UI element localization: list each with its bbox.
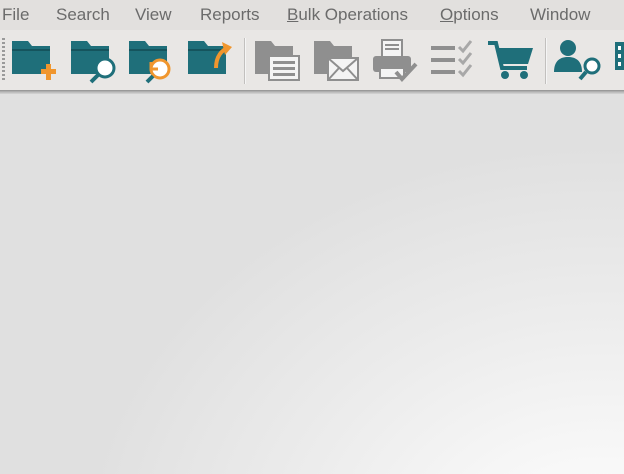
folder-mail-button[interactable]	[312, 36, 362, 84]
menu-window[interactable]: Window	[530, 0, 590, 30]
new-folder-button[interactable]	[10, 36, 60, 84]
toolbar-separator	[545, 38, 547, 84]
menu-view[interactable]: View	[135, 0, 172, 30]
new-folder-icon	[12, 41, 56, 80]
toolbar-separator	[244, 38, 246, 84]
more-icon	[615, 42, 624, 70]
search-folder-icon	[71, 41, 116, 84]
export-folder-icon	[188, 41, 232, 74]
menu-bulk-operations[interactable]: Bulk Operations	[287, 0, 408, 30]
shopping-cart-button[interactable]	[487, 36, 537, 84]
checklist-icon	[431, 40, 473, 78]
menu-reports[interactable]: Reports	[200, 0, 260, 30]
menu-options-accel: O	[440, 5, 454, 24]
mdi-workspace	[0, 94, 624, 474]
folder-mail-icon	[314, 41, 359, 81]
shopping-cart-icon	[488, 41, 533, 79]
menu-bulk-rest: ulk Operations	[298, 5, 408, 24]
printer-check-icon	[373, 39, 418, 82]
user-search-icon	[554, 40, 601, 81]
menu-bulk-accel: B	[287, 5, 299, 24]
user-search-button[interactable]	[553, 36, 603, 84]
toolbar-grip[interactable]	[2, 38, 5, 82]
folder-list-button[interactable]	[253, 36, 303, 84]
menu-bar: File Search View Reports Bulk Operations…	[0, 0, 624, 30]
reopen-folder-icon	[129, 41, 171, 84]
menu-file[interactable]: File	[2, 0, 29, 30]
search-folder-button[interactable]	[69, 36, 119, 84]
reopen-folder-button[interactable]	[127, 36, 177, 84]
more-button[interactable]	[612, 36, 624, 84]
print-button[interactable]	[370, 36, 420, 84]
export-folder-button[interactable]	[186, 36, 236, 84]
menu-options[interactable]: Options	[440, 0, 499, 30]
menu-search[interactable]: Search	[56, 0, 110, 30]
folder-list-icon	[255, 41, 300, 81]
menu-options-rest: ptions	[453, 5, 499, 24]
checklist-button[interactable]	[429, 36, 479, 84]
